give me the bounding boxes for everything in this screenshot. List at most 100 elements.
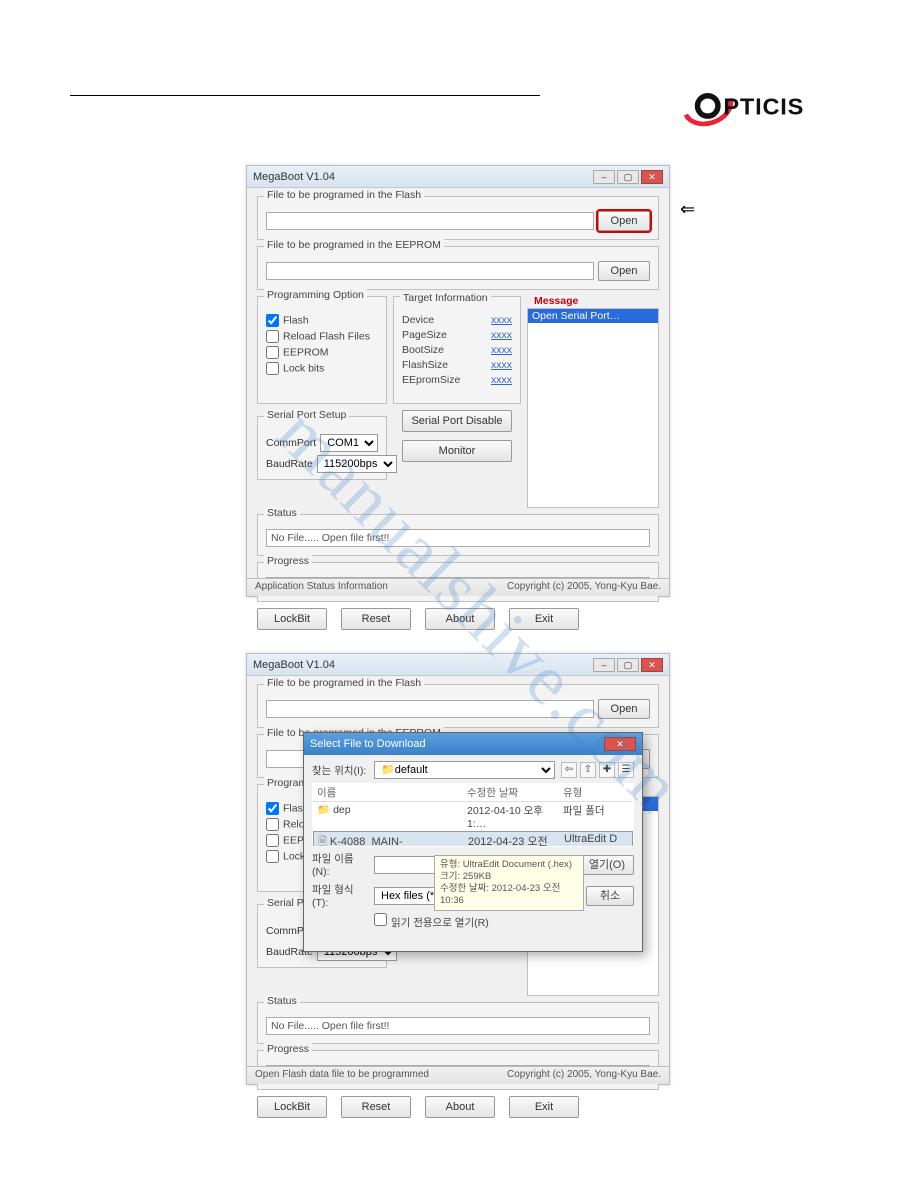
toolbar-icons: ⇦ ⇧ ✚ ☰ <box>561 762 634 778</box>
baudrate-label: BaudRate <box>266 458 313 470</box>
location-label: 찾는 위치(I): <box>312 763 368 778</box>
titlebar: MegaBoot V1.04 – ▢ ✕ <box>247 654 669 676</box>
close-button[interactable]: ✕ <box>641 170 663 184</box>
dialog-cancel-button[interactable]: 취소 <box>586 886 634 906</box>
progress-legend: Progress <box>264 555 312 567</box>
file-dialog-titlebar: Select File to Download ✕ <box>304 733 642 755</box>
flash-file-input[interactable] <box>266 212 594 230</box>
reset-button[interactable]: Reset <box>341 608 411 630</box>
view-icon[interactable]: ☰ <box>618 762 634 778</box>
exit-button[interactable]: Exit <box>509 1096 579 1118</box>
arrow-annotation: ⇐ <box>680 199 710 220</box>
file-list[interactable]: 이름 수정한 날짜 유형 📁dep 2012-04-10 오후 1:… 파일 폴… <box>312 783 634 847</box>
target-bootsize-value: xxxx <box>491 344 512 356</box>
maximize-button[interactable]: ▢ <box>617 658 639 672</box>
monitor-button[interactable]: Monitor <box>402 440 512 462</box>
new-folder-icon[interactable]: ✚ <box>599 762 615 778</box>
statusbar-right: Copyright (c) 2005, Yong-Kyu Bae. <box>507 1069 661 1082</box>
commport-label: CommPort <box>266 437 316 449</box>
about-button[interactable]: About <box>425 608 495 630</box>
statusbar-left: Open Flash data file to be programmed <box>255 1069 429 1082</box>
screenshot-2: MegaBoot V1.04 – ▢ ✕ File to be programe… <box>246 653 670 1085</box>
folder-icon: 📁 <box>317 804 330 816</box>
file-list-header: 이름 수정한 날짜 유형 <box>313 784 633 802</box>
up-icon[interactable]: ⇧ <box>580 762 596 778</box>
file-dialog-title: Select File to Download <box>310 738 426 750</box>
file-icon: 🗎 <box>318 836 327 847</box>
file-dialog: Select File to Download ✕ 찾는 위치(I): 📁def… <box>303 732 643 952</box>
statusbar: Application Status Information Copyright… <box>247 578 669 596</box>
option-flash[interactable]: Flash <box>266 314 378 327</box>
statusbar-right: Copyright (c) 2005, Yong-Kyu Bae. <box>507 581 661 594</box>
message-legend: Message <box>532 295 580 307</box>
serial-port-group: Serial Port Setup CommPort COM1 BaudRate… <box>257 416 387 480</box>
status-text <box>266 529 650 547</box>
open-flash-button[interactable]: Open <box>598 699 650 719</box>
lockbit-button[interactable]: LockBit <box>257 608 327 630</box>
target-eepromsize-label: EEpromSize <box>402 374 460 386</box>
option-lockbits[interactable]: Lock bits <box>266 362 378 375</box>
svg-text:PTICIS: PTICIS <box>723 94 804 120</box>
programming-option-legend: Programming Option <box>264 289 367 301</box>
titlebar: MegaBoot V1.04 – ▢ ✕ <box>247 166 669 188</box>
eeprom-file-group: File to be programed in the EEPROM Open <box>257 246 659 290</box>
baudrate-select[interactable]: 115200bps <box>317 455 397 473</box>
status-text <box>266 1017 650 1035</box>
filename-label: 파일 이름(N): <box>312 851 368 878</box>
flash-file-legend: File to be programed in the Flash <box>264 189 424 201</box>
eeprom-file-legend: File to be programed in the EEPROM <box>264 239 444 251</box>
message-box: Message Open Serial Port… <box>527 308 659 508</box>
open-flash-button[interactable]: Open <box>598 211 650 231</box>
option-eeprom[interactable]: EEPROM <box>266 346 378 359</box>
header-rule <box>70 95 540 96</box>
target-info-group: Target Information Devicexxxx PageSizexx… <box>393 296 521 404</box>
commport-select[interactable]: COM1 <box>320 434 378 452</box>
screenshot-1: MegaBoot V1.04 – ▢ ✕ File to be programe… <box>246 165 670 597</box>
status-legend: Status <box>264 995 300 1007</box>
flash-file-input[interactable] <box>266 700 594 718</box>
target-pagesize-value: xxxx <box>491 329 512 341</box>
flash-file-legend: File to be programed in the Flash <box>264 677 424 689</box>
opticis-logo: PTICIS <box>678 80 838 135</box>
target-bootsize-label: BootSize <box>402 344 444 356</box>
open-eeprom-button[interactable]: Open <box>598 261 650 281</box>
status-group: Status <box>257 1002 659 1044</box>
file-tooltip: 유형: UltraEdit Document (.hex) 크기: 259KB … <box>434 855 584 911</box>
back-icon[interactable]: ⇦ <box>561 762 577 778</box>
flash-file-group: File to be programed in the Flash Open <box>257 196 659 240</box>
eeprom-file-input[interactable] <box>266 262 594 280</box>
message-line: Open Serial Port… <box>528 309 658 323</box>
readonly-checkbox[interactable]: 읽기 전용으로 열기(R) <box>374 913 489 930</box>
programming-option-group: Programming Option Flash Reload Flash Fi… <box>257 296 387 404</box>
serial-port-disable-button[interactable]: Serial Port Disable <box>402 410 512 432</box>
status-legend: Status <box>264 507 300 519</box>
page-header: PTICIS <box>70 50 848 120</box>
close-button[interactable]: ✕ <box>641 658 663 672</box>
target-pagesize-label: PageSize <box>402 329 447 341</box>
exit-button[interactable]: Exit <box>509 608 579 630</box>
target-device-value: xxxx <box>491 314 512 326</box>
location-select[interactable]: 📁default <box>374 761 555 779</box>
option-reload[interactable]: Reload Flash Files <box>266 330 378 343</box>
target-eepromsize-value: xxxx <box>491 374 512 386</box>
about-button[interactable]: About <box>425 1096 495 1118</box>
serial-port-legend: Serial Port Setup <box>264 409 349 421</box>
lockbit-button[interactable]: LockBit <box>257 1096 327 1118</box>
target-device-label: Device <box>402 314 434 326</box>
list-item[interactable]: 🗎K-4088_MAIN-120404_v1_3.hex 2012-04-23 … <box>313 831 633 847</box>
app-title: MegaBoot V1.04 <box>253 659 335 671</box>
reset-button[interactable]: Reset <box>341 1096 411 1118</box>
dialog-open-button[interactable]: 열기(O) <box>580 855 634 875</box>
progress-legend: Progress <box>264 1043 312 1055</box>
flash-file-group: File to be programed in the Flash Open <box>257 684 659 728</box>
statusbar-left: Application Status Information <box>255 581 388 594</box>
file-dialog-close-button[interactable]: ✕ <box>604 737 636 751</box>
status-group: Status <box>257 514 659 556</box>
minimize-button[interactable]: – <box>593 658 615 672</box>
target-flashsize-value: xxxx <box>491 359 512 371</box>
target-info-legend: Target Information <box>400 292 491 304</box>
minimize-button[interactable]: – <box>593 170 615 184</box>
filetype-label: 파일 형식(T): <box>312 882 368 909</box>
list-item[interactable]: 📁dep 2012-04-10 오후 1:… 파일 폴더 <box>313 802 633 831</box>
maximize-button[interactable]: ▢ <box>617 170 639 184</box>
